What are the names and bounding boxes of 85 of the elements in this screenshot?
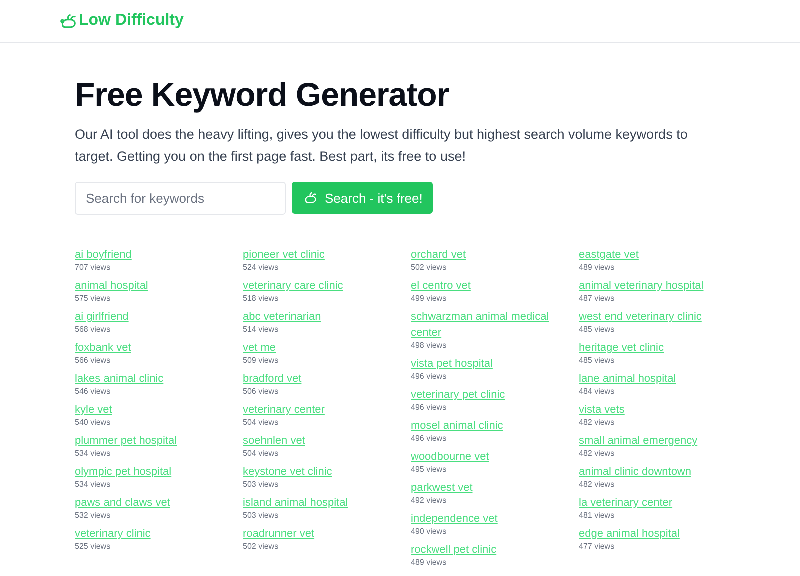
- keyword-link[interactable]: lane animal hospital: [579, 371, 676, 387]
- keyword-link[interactable]: bradford vet: [243, 371, 302, 387]
- keyword-link[interactable]: paws and claws vet: [75, 495, 170, 511]
- view-count: 532 views: [75, 511, 111, 521]
- view-count: 707 views: [75, 263, 111, 273]
- keyword-link[interactable]: orchard vet: [411, 247, 466, 263]
- keyword-link[interactable]: ai girlfriend: [75, 309, 129, 325]
- keyword-link[interactable]: west end veterinary clinic: [579, 309, 702, 325]
- keyword-link[interactable]: edge animal hospital: [579, 526, 680, 542]
- view-count: 518 views: [243, 294, 279, 304]
- keyword-link[interactable]: rockwell pet clinic: [411, 542, 497, 558]
- view-count: 504 views: [243, 418, 279, 428]
- view-count: 496 views: [411, 372, 447, 382]
- keyword-link[interactable]: veterinary center: [243, 402, 325, 418]
- view-count: 490 views: [411, 527, 447, 537]
- view-count: 484 views: [579, 387, 615, 397]
- view-count: 485 views: [579, 356, 615, 366]
- view-count: 487 views: [579, 294, 615, 304]
- keyword-link[interactable]: veterinary care clinic: [243, 278, 344, 294]
- view-count: 503 views: [243, 480, 279, 490]
- keyword-link[interactable]: ai boyfriend: [75, 247, 132, 263]
- keyword-link[interactable]: veterinary clinic: [75, 526, 151, 542]
- view-count: 502 views: [243, 542, 279, 552]
- view-count: 482 views: [579, 418, 615, 428]
- page-title: Free Keyword Generator: [75, 76, 450, 114]
- view-count: 498 views: [411, 341, 447, 351]
- view-count: 481 views: [579, 511, 615, 521]
- keyword-link[interactable]: animal clinic downtown: [579, 464, 692, 480]
- view-count: 509 views: [243, 356, 279, 366]
- keyword-link[interactable]: olympic pet hospital: [75, 464, 172, 480]
- view-count: 546 views: [75, 387, 111, 397]
- keyword-link[interactable]: heritage vet clinic: [579, 340, 664, 356]
- keyword-link[interactable]: pioneer vet clinic: [243, 247, 325, 263]
- page-description: Our AI tool does the heavy lifting, gives you the lowest difficulty but highest search volume keywords to target. Getting you on the first page fast. Best part, its free to use!: [75, 126, 689, 166]
- keyword-link[interactable]: soehnlen vet: [243, 433, 306, 449]
- view-count: 496 views: [411, 403, 447, 413]
- keyword-link[interactable]: island animal hospital: [243, 495, 348, 511]
- keyword-link[interactable]: parkwest vet: [411, 480, 473, 496]
- view-count: 477 views: [579, 542, 615, 552]
- keyword-link[interactable]: small animal emergency: [579, 433, 698, 449]
- view-count: 495 views: [411, 465, 447, 475]
- view-count: 482 views: [579, 449, 615, 459]
- view-count: 489 views: [411, 558, 447, 568]
- keyword-link[interactable]: vista pet hospital: [411, 356, 493, 372]
- view-count: 524 views: [243, 263, 279, 273]
- keyword-link[interactable]: vista vets: [579, 402, 625, 418]
- view-count: 492 views: [411, 496, 447, 506]
- keyword-link[interactable]: woodbourne vet: [411, 449, 490, 465]
- keyword-link[interactable]: foxbank vet: [75, 340, 132, 356]
- keyword-link[interactable]: plummer pet hospital: [75, 433, 178, 449]
- keyword-link[interactable]: abc veterinarian: [243, 309, 322, 325]
- keyword-link[interactable]: veterinary pet clinic: [411, 387, 506, 403]
- brand-logo-link[interactable]: Low Difficulty: [60, 12, 184, 30]
- view-count: 504 views: [243, 449, 279, 459]
- keyword-link[interactable]: schwarzman animal medical center: [411, 309, 561, 341]
- view-count: 485 views: [579, 325, 615, 335]
- view-count: 575 views: [75, 294, 111, 304]
- view-count: 568 views: [75, 325, 111, 335]
- view-count: 482 views: [579, 480, 615, 490]
- view-count: 566 views: [75, 356, 111, 366]
- keyword-link[interactable]: lakes animal clinic: [75, 371, 164, 387]
- view-count: 503 views: [243, 511, 279, 521]
- keyword-link[interactable]: mosel animal clinic: [411, 418, 504, 434]
- keyword-link[interactable]: roadrunner vet: [243, 526, 315, 542]
- keyword-link[interactable]: la veterinary center: [579, 495, 673, 511]
- view-count: 540 views: [75, 418, 111, 428]
- keyword-link[interactable]: vet me: [243, 340, 276, 356]
- view-count: 502 views: [411, 263, 447, 273]
- view-count: 534 views: [75, 449, 111, 459]
- view-count: 514 views: [243, 325, 279, 335]
- keyword-link[interactable]: el centro vet: [411, 278, 471, 294]
- view-count: 506 views: [243, 387, 279, 397]
- keyword-link[interactable]: kyle vet: [75, 402, 112, 418]
- keyword-link[interactable]: independence vet: [411, 511, 498, 527]
- view-count: 489 views: [579, 263, 615, 273]
- view-count: 525 views: [75, 542, 111, 552]
- view-count: 499 views: [411, 294, 447, 304]
- keyword-link[interactable]: keystone vet clinic: [243, 464, 332, 480]
- keyword-link[interactable]: eastgate vet: [579, 247, 639, 263]
- search-button[interactable]: Search - it's free!: [292, 182, 433, 214]
- view-count: 496 views: [411, 434, 447, 444]
- search-field[interactable]: Search for keywords: [75, 182, 286, 215]
- view-count: 534 views: [75, 480, 111, 490]
- keyword-link[interactable]: animal hospital: [75, 278, 148, 294]
- keyword-link[interactable]: animal veterinary hospital: [579, 278, 704, 294]
